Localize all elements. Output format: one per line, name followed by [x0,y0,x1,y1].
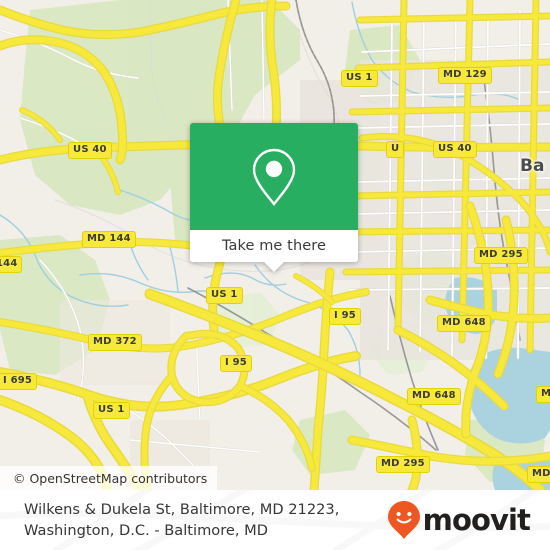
road-shield: MD 648 [437,315,491,332]
moovit-map-screenshot: .rd { stroke:#f7e93b; stroke-linecap:rou… [0,0,550,550]
take-me-there-label: Take me there [221,238,327,254]
road-shield: MD 144 [82,231,136,248]
road-shield: 144 [0,256,23,273]
road-shield: MD 648 [407,388,461,405]
osm-attribution[interactable]: © OpenStreetMap contributors [0,466,218,490]
moovit-logo[interactable]: moovit [387,500,536,540]
road-shield: I 695 [0,373,38,390]
road-shield: US 40 [433,141,477,158]
popup-pointer-tail [263,261,285,272]
popup-footer[interactable]: Take me there [190,230,358,272]
road-shield: US 1 [206,287,243,304]
footer-bar: Wilkens & Dukela St, Baltimore, MD 21223… [0,490,550,550]
address-block: Wilkens & Dukela St, Baltimore, MD 21223… [24,499,339,541]
road-shield: MD [536,386,550,403]
road-shield: MD [527,466,550,483]
moovit-smiling-pin-icon [387,501,420,539]
road-shield: I 95 [329,308,361,325]
location-popup-card[interactable]: Take me there [190,123,358,272]
road-shield: U [386,141,405,158]
road-shield: MD 372 [88,334,142,351]
road-shield: MD 295 [376,456,430,473]
popup-header [190,123,358,230]
map-canvas[interactable]: .rd { stroke:#f7e93b; stroke-linecap:rou… [0,0,550,490]
moovit-wordmark: moovit [422,502,531,537]
address-line-1: Wilkens & Dukela St, Baltimore, MD 21223… [24,501,340,518]
osm-attribution-text: © OpenStreetMap contributors [13,470,208,486]
road-shield: MD 129 [438,67,492,84]
address-line-2: Washington, D.C. - Baltimore, MD [24,522,268,539]
road-shield: US 1 [341,70,378,87]
road-shield: US 40 [68,142,112,159]
road-shield: I 95 [220,355,252,372]
road-shield: MD 295 [474,247,528,264]
road-shield: US 1 [93,402,130,419]
map-pin-icon [252,148,296,206]
city-label-baltimore: Ba [520,156,545,176]
